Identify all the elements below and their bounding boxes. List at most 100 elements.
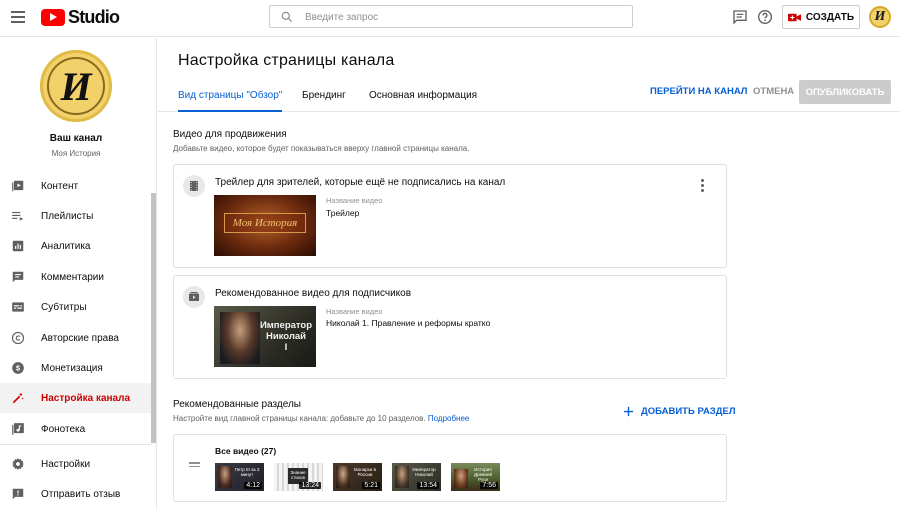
- subtitles-icon: [12, 302, 24, 312]
- sidebar-item-label: Плейлисты: [41, 210, 94, 222]
- sidebar-item-label: Аналитика: [41, 240, 91, 252]
- featured-video-title: Николай 1. Правление и реформы кратко: [326, 318, 491, 328]
- settings-icon: [12, 458, 24, 470]
- trailer-thumb-text: Моя История: [232, 217, 298, 229]
- section-video-thumb[interactable]: Знание стихов 13:24: [274, 463, 323, 491]
- featured-video-card-title: Рекомендованное видео для подписчиков: [215, 288, 412, 299]
- audio-library-icon: [12, 423, 24, 435]
- sidebar-item-audio-library[interactable]: Фонотека: [0, 414, 152, 444]
- featured-thumb-caption: Император Николай I: [258, 320, 314, 353]
- search-box[interactable]: [269, 5, 633, 28]
- sidebar-item-analytics[interactable]: Аналитика: [0, 231, 152, 261]
- trailer-thumbnail[interactable]: Моя История: [214, 195, 316, 256]
- portrait-image: [395, 466, 409, 488]
- channel-subtitle: Моя История: [51, 149, 101, 158]
- page-title: Настройка страницы канала: [178, 52, 395, 69]
- all-videos-section-card: Все видео (27) Петр III за 3 минут 4:12 …: [173, 434, 727, 502]
- portrait-image: [336, 466, 350, 488]
- add-section-button[interactable]: ДОБАВИТЬ РАЗДЕЛ: [623, 406, 736, 417]
- create-button[interactable]: СОЗДАТЬ: [782, 5, 860, 29]
- drag-handle-icon[interactable]: [189, 462, 200, 469]
- sidebar-item-settings[interactable]: Настройки: [0, 449, 152, 479]
- trailer-card-title: Трейлер для зрителей, которые ещё не под…: [215, 177, 506, 188]
- learn-more-link[interactable]: Подробнее: [428, 414, 470, 423]
- featured-section-title: Видео для продвижения: [173, 129, 287, 140]
- portrait-image: [218, 466, 232, 488]
- sidebar-item-playlists[interactable]: Плейлисты: [0, 201, 152, 231]
- thumb-caption: История Древней Руси: [474, 467, 492, 482]
- monetization-icon: $: [12, 362, 24, 374]
- sidebar-item-feedback[interactable]: Отправить отзыв: [0, 479, 152, 509]
- feedback-icon: [12, 488, 24, 500]
- sidebar: И Ваш канал Моя История Контент Плейлист…: [0, 38, 157, 509]
- sidebar-item-label: Настройка канала: [41, 392, 131, 404]
- sections-description: Настройте вид главной страницы канала: д…: [173, 414, 469, 423]
- duration-badge: 13:24: [299, 482, 321, 489]
- section-video-thumb[interactable]: Петр III за 3 минут 4:12: [215, 463, 264, 491]
- tab-overview-layout[interactable]: Вид страницы "Обзор": [178, 90, 283, 112]
- all-videos-title: Все видео (27): [215, 446, 277, 456]
- section-video-thumb[interactable]: Император Николай 13:54: [392, 463, 441, 491]
- section-video-thumb[interactable]: Монархи в России 5:21: [333, 463, 382, 491]
- sidebar-item-label: Субтитры: [41, 301, 87, 313]
- magic-wand-icon: [12, 392, 24, 404]
- sidebar-item-label: Контент: [41, 180, 79, 192]
- featured-section-description: Добавьте видео, которое будет показывать…: [173, 144, 470, 153]
- thumb-caption: Монархи в России: [353, 467, 377, 477]
- menu-icon[interactable]: [11, 11, 25, 23]
- duration-badge: 5:21: [362, 482, 380, 489]
- tab-branding[interactable]: Брендинг: [302, 90, 346, 112]
- portrait-image: [220, 312, 260, 364]
- sidebar-divider: [0, 444, 152, 445]
- channel-name: Ваш канал: [49, 133, 103, 144]
- sidebar-item-comments[interactable]: Комментарии: [0, 262, 152, 292]
- sections-title: Рекомендованные разделы: [173, 399, 301, 410]
- featured-video-icon: [183, 286, 205, 308]
- studio-logo[interactable]: Studio: [41, 7, 120, 27]
- more-options-icon[interactable]: [701, 179, 705, 193]
- duration-badge: 4:12: [244, 482, 262, 489]
- sidebar-item-content[interactable]: Контент: [0, 171, 152, 201]
- cancel-button[interactable]: ОТМЕНА: [753, 86, 794, 97]
- main-content: Настройка страницы канала Вид страницы "…: [158, 38, 900, 509]
- plus-icon: [623, 406, 634, 417]
- analytics-icon: [12, 240, 24, 252]
- search-icon: [281, 11, 293, 23]
- sidebar-item-monetization[interactable]: $ Монетизация: [0, 353, 152, 383]
- sidebar-scrollbar[interactable]: [151, 193, 156, 443]
- trailer-card: Трейлер для зрителей, которые ещё не под…: [173, 164, 727, 268]
- create-label: СОЗДАТЬ: [805, 11, 855, 23]
- section-video-thumb[interactable]: История Древней Руси 7:56: [451, 463, 500, 491]
- sidebar-item-customization[interactable]: Настройка канала: [0, 383, 152, 413]
- sidebar-item-copyright[interactable]: Авторские права: [0, 323, 152, 353]
- portrait-image: [454, 469, 468, 488]
- trailer-thumb-frame: Моя История: [224, 213, 306, 233]
- video-title-label: Название видео: [326, 196, 383, 205]
- publish-button[interactable]: ОПУБЛИКОВАТЬ: [799, 80, 891, 104]
- thumb-caption-line: Император: [259, 320, 313, 331]
- messages-icon[interactable]: [732, 9, 748, 25]
- featured-video-card: Рекомендованное видео для подписчиков Им…: [173, 275, 727, 379]
- trailer-video-title: Трейлер: [326, 208, 360, 218]
- sidebar-item-label: Монетизация: [41, 362, 103, 374]
- channel-avatar-letter: И: [47, 57, 105, 115]
- playlists-icon: [12, 211, 24, 221]
- account-avatar[interactable]: И: [869, 6, 891, 28]
- go-to-channel-link[interactable]: ПЕРЕЙТИ НА КАНАЛ: [650, 86, 747, 97]
- copyright-icon: [11, 331, 25, 345]
- video-title-label: Название видео: [326, 307, 383, 316]
- sidebar-item-label: Авторские права: [41, 332, 119, 344]
- featured-video-thumbnail[interactable]: Император Николай I: [214, 306, 316, 367]
- sidebar-item-label: Фонотека: [41, 423, 86, 435]
- film-icon: [183, 175, 205, 197]
- channel-avatar[interactable]: И: [40, 50, 112, 122]
- sections-description-text: Настройте вид главной страницы канала: д…: [173, 414, 426, 423]
- thumb-caption: Петр III за 3 минут: [234, 467, 260, 477]
- search-input[interactable]: [305, 8, 615, 26]
- sidebar-item-subtitles[interactable]: Субтитры: [0, 292, 152, 322]
- sidebar-item-label: Отправить отзыв: [41, 488, 121, 500]
- thumb-caption-line: Николай: [265, 331, 307, 342]
- help-icon[interactable]: [757, 9, 773, 25]
- youtube-play-icon: [41, 8, 65, 26]
- tab-basic-info[interactable]: Основная информация: [369, 90, 477, 112]
